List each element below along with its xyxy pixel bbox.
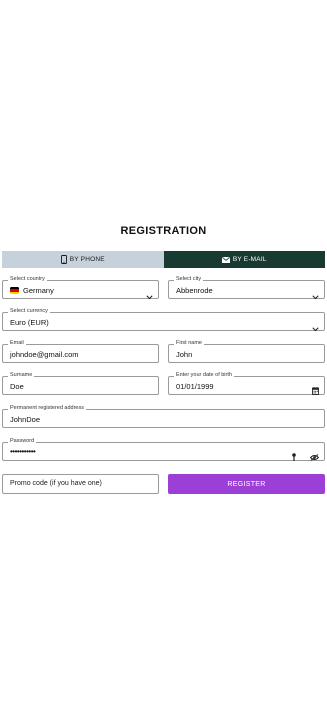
city-select[interactable]: Select city Abbenrode [168, 276, 325, 300]
tab-label: BY PHONE [69, 256, 105, 263]
date-of-birth-value: 01/01/1999 [176, 382, 214, 391]
promo-code-input[interactable]: Promo code (if you have one) [2, 474, 159, 494]
surname-field[interactable]: Surname Doe [2, 372, 159, 395]
calendar-icon[interactable] [312, 382, 319, 400]
first-name-value: John [176, 350, 193, 359]
country-select[interactable]: Select country Germany [2, 276, 159, 300]
mail-icon [221, 256, 230, 263]
tab-by-phone[interactable]: BY PHONE [2, 251, 164, 268]
currency-select[interactable]: Select currency Euro (EUR) [2, 308, 325, 332]
email-value: johndoe@gmail.com [10, 350, 79, 359]
chevron-down-icon [146, 287, 153, 305]
password-label: Password [8, 438, 37, 445]
currency-label: Select currency [8, 308, 50, 315]
register-button[interactable]: REGISTER [168, 474, 325, 494]
date-of-birth-label: Enter your date of birth [174, 372, 234, 379]
address-value: JohnDoe [10, 415, 41, 424]
address-label: Permanent registered address [8, 405, 86, 412]
first-name-label: First name [174, 340, 204, 347]
tab-label: BY E-MAIL [232, 256, 267, 263]
password-value: ••••••••••• [10, 447, 36, 456]
password-field[interactable]: Password ••••••••••• [2, 438, 325, 461]
address-field[interactable]: Permanent registered address JohnDoe [2, 405, 325, 428]
promo-code-placeholder: Promo code (if you have one) [10, 480, 102, 487]
tab-by-email[interactable]: BY E-MAIL [163, 251, 325, 268]
city-value: Abbenrode [176, 286, 213, 295]
chevron-down-icon [312, 319, 319, 337]
chevron-down-icon [312, 287, 319, 305]
surname-value: Doe [10, 382, 24, 391]
country-value: Germany [23, 286, 54, 295]
phone-icon [60, 255, 67, 264]
first-name-field[interactable]: First name John [168, 340, 325, 363]
country-label: Select country [8, 276, 47, 283]
germany-flag-icon [10, 287, 19, 294]
email-label: Email [8, 340, 26, 347]
registration-tabs: BY PHONE BY E-MAIL [2, 251, 325, 268]
currency-value: Euro (EUR) [10, 318, 49, 327]
eye-slash-icon[interactable] [309, 448, 320, 466]
key-icon[interactable] [292, 448, 296, 466]
date-of-birth-field[interactable]: Enter your date of birth 01/01/1999 [168, 372, 325, 395]
email-field[interactable]: Email johndoe@gmail.com [2, 340, 159, 363]
city-label: Select city [174, 276, 204, 283]
page-title: REGISTRATION [120, 225, 207, 237]
surname-label: Surname [8, 372, 35, 379]
